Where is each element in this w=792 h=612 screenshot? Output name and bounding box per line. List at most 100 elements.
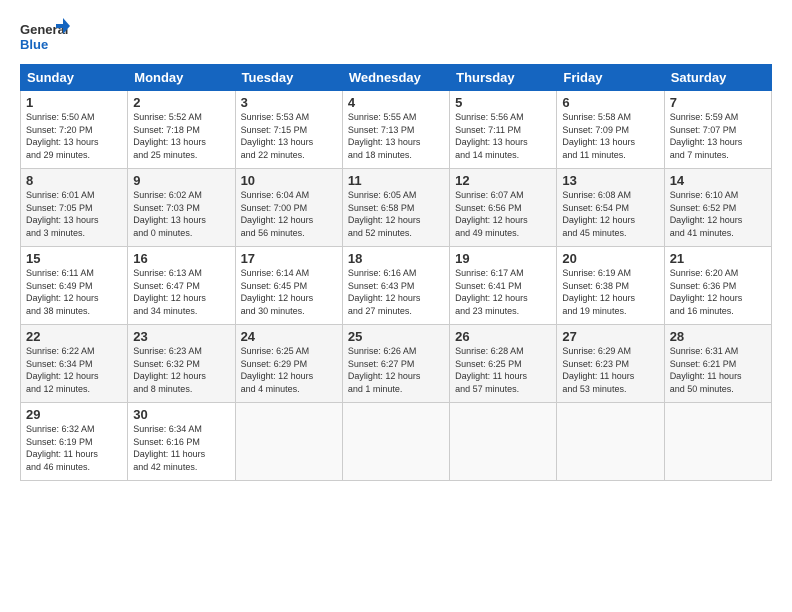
day-number: 16 [133,251,229,266]
calendar-cell: 15Sunrise: 6:11 AM Sunset: 6:49 PM Dayli… [21,247,128,325]
day-info: Sunrise: 6:25 AM Sunset: 6:29 PM Dayligh… [241,345,337,395]
day-info: Sunrise: 6:28 AM Sunset: 6:25 PM Dayligh… [455,345,551,395]
calendar-cell: 12Sunrise: 6:07 AM Sunset: 6:56 PM Dayli… [450,169,557,247]
calendar-cell: 20Sunrise: 6:19 AM Sunset: 6:38 PM Dayli… [557,247,664,325]
day-info: Sunrise: 5:50 AM Sunset: 7:20 PM Dayligh… [26,111,122,161]
calendar-cell: 24Sunrise: 6:25 AM Sunset: 6:29 PM Dayli… [235,325,342,403]
calendar-cell: 21Sunrise: 6:20 AM Sunset: 6:36 PM Dayli… [664,247,771,325]
day-number: 19 [455,251,551,266]
calendar-body: 1Sunrise: 5:50 AM Sunset: 7:20 PM Daylig… [21,91,772,481]
calendar-cell: 23Sunrise: 6:23 AM Sunset: 6:32 PM Dayli… [128,325,235,403]
day-number: 25 [348,329,444,344]
calendar-cell: 11Sunrise: 6:05 AM Sunset: 6:58 PM Dayli… [342,169,449,247]
calendar-cell: 26Sunrise: 6:28 AM Sunset: 6:25 PM Dayli… [450,325,557,403]
calendar-cell: 1Sunrise: 5:50 AM Sunset: 7:20 PM Daylig… [21,91,128,169]
day-number: 11 [348,173,444,188]
weekday-header-wednesday: Wednesday [342,65,449,91]
calendar-cell: 10Sunrise: 6:04 AM Sunset: 7:00 PM Dayli… [235,169,342,247]
day-number: 7 [670,95,766,110]
calendar-cell: 28Sunrise: 6:31 AM Sunset: 6:21 PM Dayli… [664,325,771,403]
day-info: Sunrise: 6:16 AM Sunset: 6:43 PM Dayligh… [348,267,444,317]
day-number: 17 [241,251,337,266]
day-number: 5 [455,95,551,110]
day-number: 29 [26,407,122,422]
day-number: 13 [562,173,658,188]
day-info: Sunrise: 6:31 AM Sunset: 6:21 PM Dayligh… [670,345,766,395]
day-number: 10 [241,173,337,188]
day-info: Sunrise: 6:26 AM Sunset: 6:27 PM Dayligh… [348,345,444,395]
day-number: 28 [670,329,766,344]
day-info: Sunrise: 6:34 AM Sunset: 6:16 PM Dayligh… [133,423,229,473]
day-info: Sunrise: 6:14 AM Sunset: 6:45 PM Dayligh… [241,267,337,317]
day-info: Sunrise: 6:20 AM Sunset: 6:36 PM Dayligh… [670,267,766,317]
calendar-cell: 2Sunrise: 5:52 AM Sunset: 7:18 PM Daylig… [128,91,235,169]
calendar-cell: 18Sunrise: 6:16 AM Sunset: 6:43 PM Dayli… [342,247,449,325]
calendar-cell [557,403,664,481]
calendar-table: SundayMondayTuesdayWednesdayThursdayFrid… [20,64,772,481]
day-number: 1 [26,95,122,110]
calendar-cell: 16Sunrise: 6:13 AM Sunset: 6:47 PM Dayli… [128,247,235,325]
calendar-cell: 8Sunrise: 6:01 AM Sunset: 7:05 PM Daylig… [21,169,128,247]
calendar-cell: 27Sunrise: 6:29 AM Sunset: 6:23 PM Dayli… [557,325,664,403]
calendar-cell: 22Sunrise: 6:22 AM Sunset: 6:34 PM Dayli… [21,325,128,403]
day-number: 15 [26,251,122,266]
day-info: Sunrise: 5:56 AM Sunset: 7:11 PM Dayligh… [455,111,551,161]
day-info: Sunrise: 6:17 AM Sunset: 6:41 PM Dayligh… [455,267,551,317]
calendar-week-4: 22Sunrise: 6:22 AM Sunset: 6:34 PM Dayli… [21,325,772,403]
day-number: 20 [562,251,658,266]
header: General Blue [20,16,772,56]
day-number: 30 [133,407,229,422]
calendar-cell: 13Sunrise: 6:08 AM Sunset: 6:54 PM Dayli… [557,169,664,247]
day-info: Sunrise: 6:02 AM Sunset: 7:03 PM Dayligh… [133,189,229,239]
calendar-cell: 29Sunrise: 6:32 AM Sunset: 6:19 PM Dayli… [21,403,128,481]
calendar-cell: 25Sunrise: 6:26 AM Sunset: 6:27 PM Dayli… [342,325,449,403]
day-number: 18 [348,251,444,266]
day-info: Sunrise: 6:22 AM Sunset: 6:34 PM Dayligh… [26,345,122,395]
day-info: Sunrise: 6:01 AM Sunset: 7:05 PM Dayligh… [26,189,122,239]
calendar-week-5: 29Sunrise: 6:32 AM Sunset: 6:19 PM Dayli… [21,403,772,481]
day-info: Sunrise: 6:32 AM Sunset: 6:19 PM Dayligh… [26,423,122,473]
day-info: Sunrise: 6:11 AM Sunset: 6:49 PM Dayligh… [26,267,122,317]
day-number: 27 [562,329,658,344]
day-number: 6 [562,95,658,110]
calendar-week-2: 8Sunrise: 6:01 AM Sunset: 7:05 PM Daylig… [21,169,772,247]
calendar-cell: 4Sunrise: 5:55 AM Sunset: 7:13 PM Daylig… [342,91,449,169]
day-number: 26 [455,329,551,344]
weekday-header-monday: Monday [128,65,235,91]
calendar-cell: 5Sunrise: 5:56 AM Sunset: 7:11 PM Daylig… [450,91,557,169]
svg-text:Blue: Blue [20,37,48,52]
calendar-cell: 19Sunrise: 6:17 AM Sunset: 6:41 PM Dayli… [450,247,557,325]
calendar-cell [664,403,771,481]
day-info: Sunrise: 6:13 AM Sunset: 6:47 PM Dayligh… [133,267,229,317]
logo: General Blue [20,16,70,56]
day-info: Sunrise: 5:55 AM Sunset: 7:13 PM Dayligh… [348,111,444,161]
calendar-cell: 14Sunrise: 6:10 AM Sunset: 6:52 PM Dayli… [664,169,771,247]
day-info: Sunrise: 6:29 AM Sunset: 6:23 PM Dayligh… [562,345,658,395]
day-info: Sunrise: 6:07 AM Sunset: 6:56 PM Dayligh… [455,189,551,239]
weekday-header-friday: Friday [557,65,664,91]
day-info: Sunrise: 6:05 AM Sunset: 6:58 PM Dayligh… [348,189,444,239]
day-info: Sunrise: 6:08 AM Sunset: 6:54 PM Dayligh… [562,189,658,239]
day-number: 3 [241,95,337,110]
day-info: Sunrise: 6:04 AM Sunset: 7:00 PM Dayligh… [241,189,337,239]
day-info: Sunrise: 6:10 AM Sunset: 6:52 PM Dayligh… [670,189,766,239]
day-info: Sunrise: 5:59 AM Sunset: 7:07 PM Dayligh… [670,111,766,161]
weekday-header-saturday: Saturday [664,65,771,91]
calendar-week-3: 15Sunrise: 6:11 AM Sunset: 6:49 PM Dayli… [21,247,772,325]
day-number: 2 [133,95,229,110]
weekday-header-thursday: Thursday [450,65,557,91]
calendar-cell: 7Sunrise: 5:59 AM Sunset: 7:07 PM Daylig… [664,91,771,169]
weekday-header-tuesday: Tuesday [235,65,342,91]
day-number: 22 [26,329,122,344]
day-info: Sunrise: 5:53 AM Sunset: 7:15 PM Dayligh… [241,111,337,161]
day-number: 9 [133,173,229,188]
weekday-header-sunday: Sunday [21,65,128,91]
day-info: Sunrise: 6:23 AM Sunset: 6:32 PM Dayligh… [133,345,229,395]
day-info: Sunrise: 6:19 AM Sunset: 6:38 PM Dayligh… [562,267,658,317]
day-number: 24 [241,329,337,344]
day-number: 12 [455,173,551,188]
day-number: 14 [670,173,766,188]
day-number: 4 [348,95,444,110]
day-number: 8 [26,173,122,188]
calendar-page: General Blue SundayMondayTuesdayWednesda… [0,0,792,491]
